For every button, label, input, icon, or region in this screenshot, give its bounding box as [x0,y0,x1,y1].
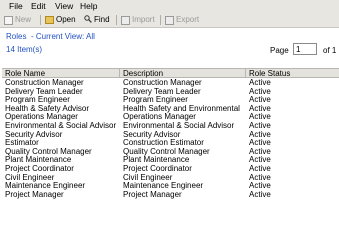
description-cell: Delivery Team Leader [123,87,201,96]
description-cell: Quality Control Manager [123,147,210,156]
menu-bar: File Edit View Help [0,0,339,12]
role-name-cell[interactable]: Health & Safety Advisor [2,105,120,114]
role-status-cell: Active [249,130,271,139]
table-body: Construction Manager Construction Manager… [2,79,339,199]
role-status-cell: Active [249,87,271,96]
menu-file[interactable]: File [9,1,23,11]
role-status-cell: Active [249,164,271,173]
folder-open-icon [45,16,54,24]
role-status-cell: Active [249,147,271,156]
table-row[interactable]: Quality Control Manager Quality Control M… [2,148,339,157]
role-status-cell: Active [249,173,271,182]
table-row[interactable]: Civil Engineer Civil Engineer Active [2,174,339,183]
role-name-cell[interactable]: Plant Maintenance [2,156,120,165]
description-cell: Health Safety and Environmental [123,104,240,113]
table-row[interactable]: Health & Safety Advisor Health Safety and… [2,105,339,114]
role-name-cell[interactable]: Project Manager [2,191,120,200]
find-button-label: Find [94,15,110,24]
toolbar-separator [40,15,41,25]
import-icon [121,15,130,25]
table-row[interactable]: Construction Manager Construction Manager… [2,79,339,88]
table-row[interactable]: Program Engineer Program Engineer Active [2,96,339,105]
open-button-label: Open [56,15,76,24]
item-count: 14 Item(s) [6,45,43,54]
table-row[interactable]: Project Coordinator Project Coordinator Ac… [2,165,339,174]
column-header-description[interactable]: Description [120,69,246,78]
role-status-cell: Active [249,96,271,105]
page-label: Page [270,46,289,55]
role-status-cell: Active [249,79,271,87]
role-status-cell: Active [249,121,271,130]
role-name-cell[interactable]: Maintenance Engineer [2,182,120,191]
table-row[interactable]: Delivery Team Leader Delivery Team Leader… [2,88,339,97]
role-name-cell[interactable]: Security Advisor [2,131,120,140]
find-button[interactable]: Find [84,14,110,26]
menu-edit[interactable]: Edit [31,1,46,11]
description-cell: Plant Maintenance [123,156,190,165]
new-button-label: New [15,15,32,24]
table-row[interactable]: Project Manager Project Manager Active [2,191,339,200]
page-number-input[interactable] [293,43,317,55]
role-name-cell[interactable]: Project Coordinator [2,165,120,174]
import-button[interactable]: Import [121,14,155,26]
description-cell: Civil Engineer [123,173,173,182]
toolbar-separator [116,15,117,25]
role-status-cell: Active [249,156,271,165]
description-cell: Project Manager [123,190,182,199]
role-status-cell: Active [249,104,271,113]
description-cell: Project Coordinator [123,164,192,173]
table-row[interactable]: Security Advisor Security Advisor Active [2,131,339,140]
column-header-role-status[interactable]: Role Status [246,69,339,78]
menu-view[interactable]: View [55,1,73,11]
role-status-cell: Active [249,182,271,191]
description-cell: Construction Estimator [123,139,204,148]
table-row[interactable]: Environmental & Social Advisor Environmen… [2,122,339,131]
role-name-cell[interactable]: Civil Engineer [2,174,120,183]
page-of-label: of 1 [323,46,337,55]
role-name-cell[interactable]: Construction Manager [2,79,120,88]
description-cell: Program Engineer [123,96,188,105]
toolbar-separator [160,15,161,25]
role-status-cell: Active [249,113,271,122]
description-cell: Construction Manager [123,79,202,87]
description-cell: Operations Manager [123,113,196,122]
toolbar: New Open Find Import Export [0,12,339,28]
new-document-icon [4,15,13,25]
roles-link[interactable]: Roles [6,32,26,41]
current-view-label: - Current View: All [31,32,95,41]
description-cell: Security Advisor [123,130,181,139]
role-name-cell[interactable]: Delivery Team Leader [2,88,120,97]
role-status-cell: Active [249,139,271,148]
roles-table: Role Name Description Role Status Constr… [2,68,339,249]
column-header-role-name[interactable]: Role Name [2,69,120,78]
description-cell: Maintenance Engineer [123,182,204,191]
table-row[interactable]: Maintenance Engineer Maintenance Engineer… [2,182,339,191]
role-name-cell[interactable]: Operations Manager [2,113,120,122]
role-name-cell[interactable]: Estimator [2,139,120,148]
new-button[interactable]: New [4,14,31,26]
role-name-cell[interactable]: Environmental & Social Advisor [2,122,120,131]
role-name-cell[interactable]: Program Engineer [2,96,120,105]
export-icon [165,15,174,25]
role-status-cell: Active [249,190,271,199]
export-button[interactable]: Export [165,14,199,26]
table-header: Role Name Description Role Status [2,68,339,78]
table-row[interactable]: Estimator Construction Estimator Active [2,139,339,148]
list-header: Roles - Current View: All 14 Item(s) Pag… [0,29,339,67]
table-row[interactable]: Operations Manager Operations Manager Acti… [2,113,339,122]
open-button[interactable]: Open [45,14,76,26]
role-name-cell[interactable]: Quality Control Manager [2,148,120,157]
description-cell: Environmental & Social Advisor [123,121,235,130]
import-button-label: Import [132,15,155,24]
menu-help[interactable]: Help [80,1,97,11]
search-icon [84,14,92,26]
table-row[interactable]: Plant Maintenance Plant Maintenance Active [2,156,339,165]
export-button-label: Export [176,15,200,24]
